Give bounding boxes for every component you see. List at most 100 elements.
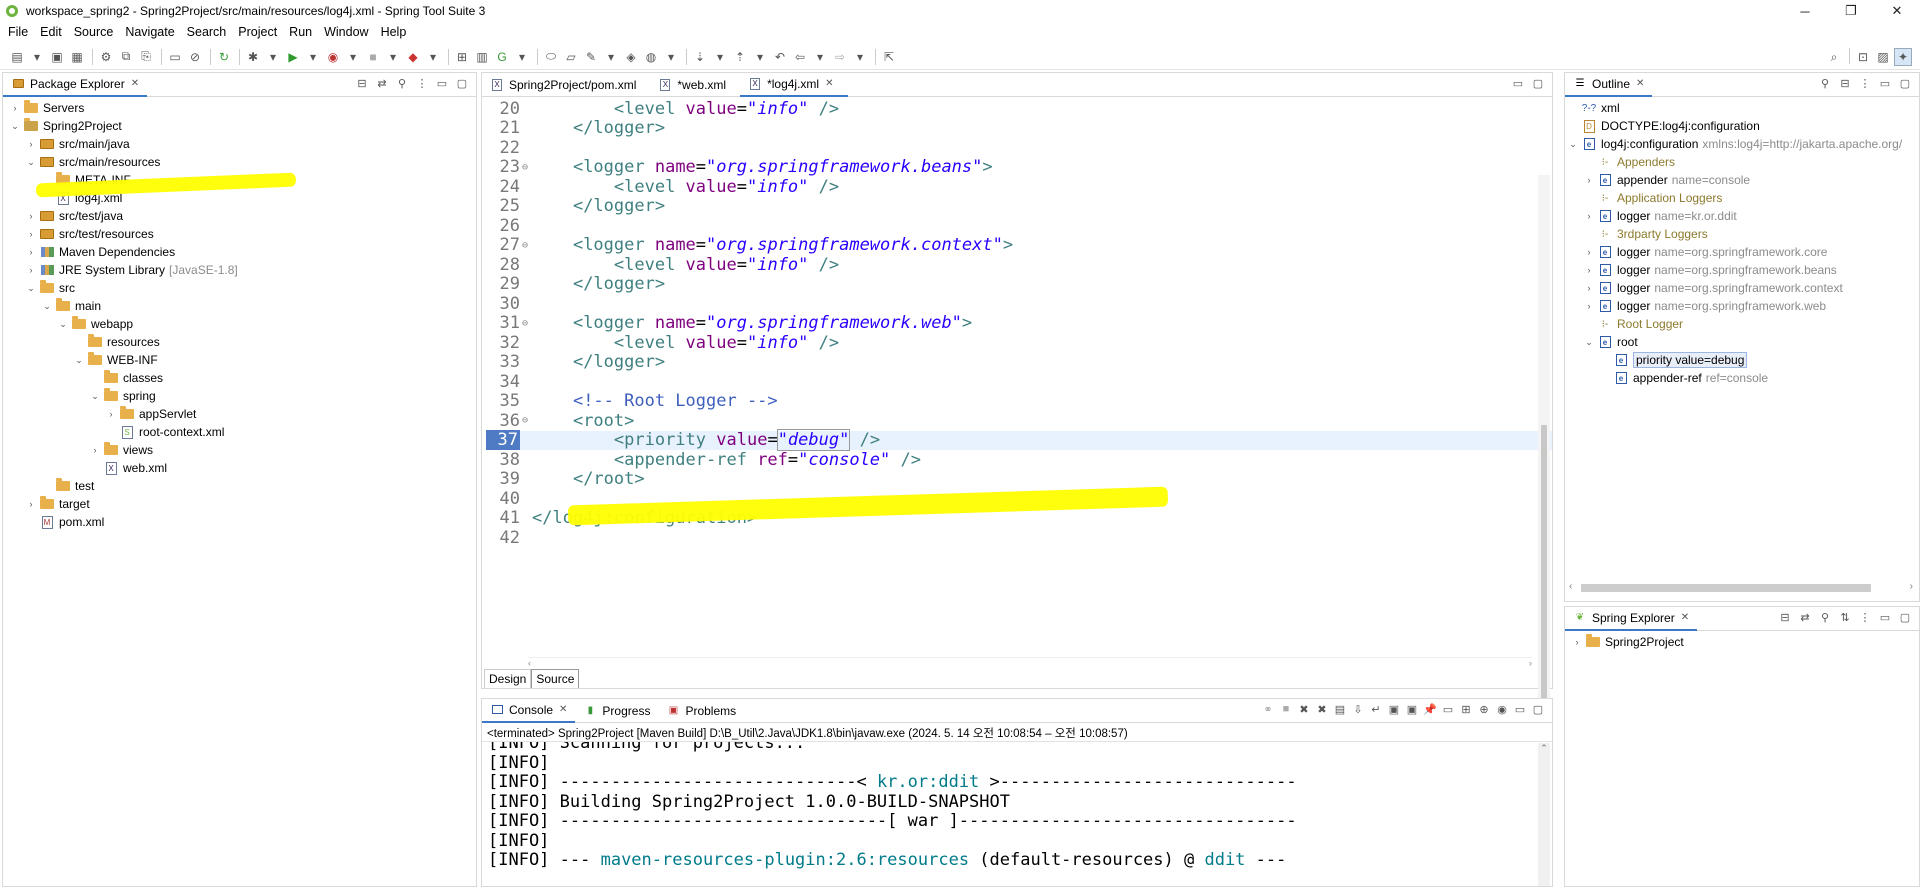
pin-editor-icon[interactable]: ⇱	[880, 48, 898, 66]
new-console-icon[interactable]: ⊕	[1476, 703, 1492, 716]
code-line[interactable]: 38 <appender-ref ref="console" />	[486, 450, 1552, 470]
terminate-icon[interactable]: ■	[1278, 703, 1294, 716]
tree-item-logger[interactable]: › e logger name=org.springframework.web	[1567, 297, 1919, 315]
save-icon[interactable]: ▣	[48, 48, 66, 66]
stop-icon[interactable]: ■	[364, 48, 382, 66]
tree-item-pom-xml[interactable]: Mpom.xml	[9, 513, 476, 531]
tree-item-jre-system-library[interactable]: › JRE System Library [JavaSE-1.8]	[9, 261, 476, 279]
maximize-icon[interactable]: ▢	[1897, 611, 1913, 624]
open-console-icon[interactable]: ⊞	[1458, 703, 1474, 716]
tree-item-root[interactable]: ⌄ e root	[1567, 333, 1919, 351]
tab-web-xml[interactable]: X *web.xml	[650, 73, 740, 97]
globe-icon[interactable]: ◉	[1494, 703, 1510, 716]
maximize-icon[interactable]: ▢	[454, 77, 470, 90]
tab-source[interactable]: Source	[531, 669, 580, 688]
tree-item-views[interactable]: › views	[9, 441, 476, 459]
show-stderr-icon[interactable]: ▣	[1404, 703, 1420, 716]
expand-twisty-icon[interactable]: ›	[1571, 637, 1583, 647]
tree-item-servers[interactable]: › Servers	[9, 99, 476, 117]
tree-item-xml[interactable]: ?-? xml	[1567, 99, 1919, 117]
fold-toggle-icon[interactable]: ⊖	[520, 162, 530, 173]
spring-perspective-icon[interactable]: ✦	[1894, 48, 1912, 66]
tree-item-logger[interactable]: › e logger name=kr.or.ddit	[1567, 207, 1919, 225]
refresh-icon[interactable]: ↻	[215, 48, 233, 66]
open-perspective-icon[interactable]: ⊡	[1854, 48, 1872, 66]
link-icon[interactable]: ⚭	[1260, 703, 1276, 716]
view-menu-icon[interactable]: ⋮	[414, 77, 430, 90]
code-line[interactable]: 36 ⊖ <root>	[486, 411, 1552, 431]
filter-icon[interactable]: ⚲	[1817, 77, 1833, 90]
expand-twisty-icon[interactable]: ›	[25, 211, 37, 221]
dropdown-icon[interactable]: ▾	[304, 48, 322, 66]
code-line[interactable]: 21 </logger>	[486, 118, 1552, 138]
filter-icon[interactable]: ⚲	[394, 77, 410, 90]
expand-twisty-icon[interactable]: ⌄	[89, 391, 101, 402]
dropdown-icon[interactable]: ▾	[513, 48, 531, 66]
tree-item-target[interactable]: › target	[9, 495, 476, 513]
minimize-icon[interactable]: ▭	[434, 77, 450, 90]
tree-item-resources[interactable]: resources	[9, 333, 476, 351]
dropdown-icon[interactable]: ▾	[711, 48, 729, 66]
view-menu-icon[interactable]: ⋮	[1857, 611, 1873, 624]
dropdown-icon[interactable]: ▾	[264, 48, 282, 66]
expand-twisty-icon[interactable]: ⌄	[25, 283, 37, 294]
dropdown-icon[interactable]: ▾	[811, 48, 829, 66]
tree-item-spring2project[interactable]: › Spring2Project	[1571, 633, 1919, 651]
expand-twisty-icon[interactable]: ⌄	[1567, 139, 1579, 150]
tree-item-spring[interactable]: ⌄ spring	[9, 387, 476, 405]
java-perspective-icon[interactable]: ▨	[1874, 48, 1892, 66]
dropdown-icon[interactable]: ▾	[344, 48, 362, 66]
close-icon[interactable]: ✕	[825, 78, 833, 89]
tree-item-src-main-resources[interactable]: ⌄ src/main/resources	[9, 153, 476, 171]
coverage-icon[interactable]: ◉	[324, 48, 342, 66]
next-annotation-icon[interactable]: ⇣	[691, 48, 709, 66]
dropdown-icon[interactable]: ▾	[751, 48, 769, 66]
new-icon[interactable]: ▤	[8, 48, 26, 66]
tree-item-log4j-configuration[interactable]: ⌄ e log4j:configuration xmlns:log4j=http://…	[1567, 135, 1919, 153]
dropdown-icon[interactable]: ▾	[851, 48, 869, 66]
tree-item-doctype-log4j-configuration[interactable]: D DOCTYPE:log4j:configuration	[1567, 117, 1919, 135]
expand-twisty-icon[interactable]: ›	[1583, 301, 1595, 311]
remove-all-icon[interactable]: ✖	[1314, 703, 1330, 716]
tree-item-appenders[interactable]: ⁝- Appenders	[1567, 153, 1919, 171]
new-project-icon[interactable]: ⊞	[453, 48, 471, 66]
tab-console[interactable]: Console ✕	[482, 698, 576, 723]
prev-annotation-icon[interactable]: ⇡	[731, 48, 749, 66]
menu-file[interactable]: File	[4, 25, 36, 39]
menu-project[interactable]: Project	[234, 25, 285, 39]
expand-twisty-icon[interactable]: ›	[25, 499, 37, 509]
fold-toggle-icon[interactable]: ⊖	[520, 318, 530, 329]
search-icon[interactable]: ⌕	[1825, 48, 1843, 66]
console-output[interactable]: [INFO] Scanning for projects... [INFO] [IN…	[482, 741, 1552, 881]
tree-item-priority-value-debug[interactable]: e priority value=debug	[1567, 351, 1919, 369]
maximize-icon[interactable]: ▢	[1897, 77, 1913, 90]
tree-item-logger[interactable]: › e logger name=org.springframework.context	[1567, 279, 1919, 297]
code-line[interactable]: 24 <level value="info" />	[486, 177, 1552, 197]
terminal-icon[interactable]: ▭	[166, 48, 184, 66]
minimize-icon[interactable]: ▭	[1877, 611, 1893, 624]
collapse-all-icon[interactable]: ⊟	[354, 77, 370, 90]
tree-item-test[interactable]: test	[9, 477, 476, 495]
expand-twisty-icon[interactable]: ›	[25, 139, 37, 149]
open-task-icon[interactable]: ◈	[622, 48, 640, 66]
fold-toggle-icon[interactable]: ⊖	[520, 415, 530, 426]
maximize-icon[interactable]: ▢	[1530, 703, 1546, 716]
save-all-icon[interactable]: ▦	[68, 48, 86, 66]
xml-source-editor[interactable]: 20 <level value="info" /> 21 </logger> 22 2…	[482, 97, 1552, 657]
external-tools-icon[interactable]: ◆	[404, 48, 422, 66]
maximize-button[interactable]: ❐	[1828, 0, 1874, 22]
clear-console-icon[interactable]: ▤	[1332, 703, 1348, 716]
tree-item-src-test-java[interactable]: › src/test/java	[9, 207, 476, 225]
code-line[interactable]: 33 </logger>	[486, 352, 1552, 372]
dropdown-icon[interactable]: ▾	[28, 48, 46, 66]
copy-icon[interactable]: ⧉	[117, 48, 135, 66]
menu-source[interactable]: Source	[70, 25, 122, 39]
expand-twisty-icon[interactable]: ›	[105, 409, 117, 419]
dropdown-icon[interactable]: ▾	[662, 48, 680, 66]
maximize-icon[interactable]: ▢	[1530, 77, 1546, 90]
tree-item-appender[interactable]: › e appender name=console	[1567, 171, 1919, 189]
remove-launch-icon[interactable]: ✖	[1296, 703, 1312, 716]
scroll-thumb[interactable]	[1541, 425, 1547, 705]
expand-twisty-icon[interactable]: ›	[9, 103, 21, 113]
minimize-icon[interactable]: ▭	[1512, 703, 1528, 716]
